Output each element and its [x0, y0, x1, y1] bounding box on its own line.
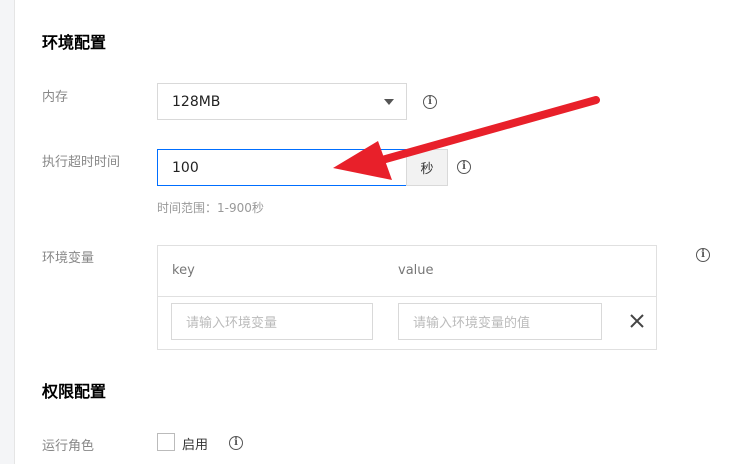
env-vars-table-header: key value: [158, 246, 656, 297]
annotation-arrow: [333, 96, 600, 180]
env-vars-label: 环境变量: [42, 251, 95, 266]
timeout-hint: 时间范围：1-900秒: [157, 201, 264, 215]
left-panel-border: [0, 0, 15, 464]
info-icon[interactable]: i: [423, 95, 437, 109]
env-value-input[interactable]: 请输入环境变量的值: [398, 303, 602, 340]
memory-label: 内存: [42, 90, 69, 105]
info-icon[interactable]: i: [457, 160, 471, 174]
timeout-input[interactable]: 100: [157, 149, 407, 186]
enable-role-checkbox[interactable]: [157, 433, 175, 451]
close-icon[interactable]: [628, 312, 646, 330]
value-column-header: value: [398, 263, 434, 278]
env-key-input[interactable]: 请输入环境变量: [171, 303, 373, 340]
memory-select-value: 128MB: [172, 93, 221, 110]
timeout-input-value: 100: [172, 159, 199, 176]
timeout-label: 执行超时时间: [42, 155, 121, 170]
info-icon[interactable]: i: [229, 436, 243, 450]
key-column-header: key: [172, 263, 195, 278]
env-value-placeholder: 请输入环境变量的值: [413, 316, 531, 331]
info-icon[interactable]: i: [696, 248, 710, 262]
env-vars-table: key value 请输入环境变量 请输入环境变量的值: [157, 245, 657, 350]
section-title-env: 环境配置: [42, 33, 107, 52]
timeout-unit: 秒: [406, 149, 448, 186]
role-label: 运行角色: [42, 439, 95, 454]
enable-role-label: 启用: [182, 438, 209, 453]
section-title-permission: 权限配置: [42, 382, 107, 401]
memory-select[interactable]: 128MB: [157, 83, 407, 120]
env-key-placeholder: 请输入环境变量: [186, 316, 278, 331]
caret-down-icon: [384, 99, 394, 105]
